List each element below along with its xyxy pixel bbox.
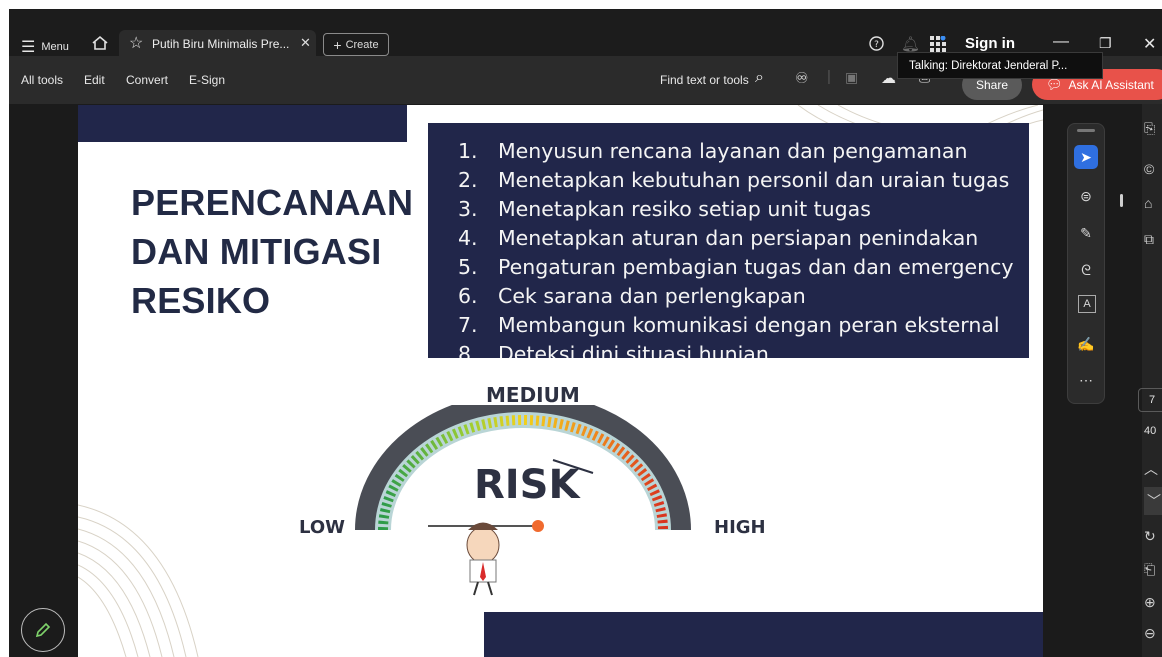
find-text-input[interactable]: Find text or tools xyxy=(660,73,749,87)
annotation-tool-rail: ➤ ⊜ ✎ ᘓ A ✍ ⋯ xyxy=(1067,123,1105,404)
list-text: Menyusun rencana layanan dan pengamanan xyxy=(498,139,968,163)
restore-icon[interactable]: ❐ xyxy=(1099,35,1112,52)
list-item: 4. Menetapkan aturan dan persiapan penind… xyxy=(458,226,978,250)
apps-grid-icon[interactable] xyxy=(930,36,946,52)
esign-button[interactable]: E-Sign xyxy=(189,73,225,87)
comments-panel-icon[interactable]: © xyxy=(1144,161,1154,177)
document-area: PERENCANAAN DAN MITIGASI RESIKO 1. Menyus… xyxy=(9,104,1059,657)
close-window-icon[interactable]: ✕ xyxy=(1143,34,1156,54)
list-text: Membangun komunikasi dengan peran ekster… xyxy=(498,313,1000,337)
draw-pencil-button[interactable] xyxy=(21,608,65,652)
heading-line: RESIKO xyxy=(131,280,271,321)
zoom-out-icon[interactable]: ⊖ xyxy=(1144,625,1156,642)
pencil-icon xyxy=(35,622,51,638)
list-item: 1. Menyusun rencana layanan dan pengamana… xyxy=(458,139,967,163)
rail-handle[interactable] xyxy=(1077,129,1095,132)
gauge-low-label: LOW xyxy=(299,517,345,538)
list-item: 5. Pengaturan pembagian tugas dan dan eme… xyxy=(458,255,1014,279)
page-total: 40 xyxy=(1144,425,1157,437)
tooltip: Talking: Direktorat Jenderal P... xyxy=(897,52,1103,79)
list-item: 3. Menetapkan resiko setiap unit tugas xyxy=(458,197,871,221)
list-number: 1. xyxy=(458,139,478,163)
sign-icon[interactable]: ✍ xyxy=(1074,332,1098,356)
chevron-up-icon[interactable]: ︿ xyxy=(1144,459,1158,479)
summary-icon[interactable]: ⎘ xyxy=(1144,120,1155,137)
list-text: Menetapkan aturan dan persiapan penindak… xyxy=(498,226,979,250)
star-icon[interactable]: ☆ xyxy=(129,33,143,53)
freehand-draw-icon[interactable]: ᘓ xyxy=(1074,258,1098,282)
list-number: 6. xyxy=(458,284,478,308)
list-number: 4. xyxy=(458,226,478,250)
list-text: Pengaturan pembagian tugas dan dan emerg… xyxy=(498,255,1014,279)
convert-button[interactable]: Convert xyxy=(126,73,168,87)
list-item: 2. Menetapkan kebutuhan personil dan urai… xyxy=(458,168,1009,192)
divider: | xyxy=(827,68,831,85)
bell-icon[interactable]: 🔔︎ xyxy=(901,35,920,53)
list-number: 8. xyxy=(458,342,478,358)
gauge-medium-label: MEDIUM xyxy=(486,383,580,407)
gauge-risk-label: RISK xyxy=(474,462,580,508)
app-window: ☰ Menu ☆ Putih Biru Minimalis Pre... ✕ +… xyxy=(9,9,1162,657)
list-text: Menetapkan resiko setiap unit tugas xyxy=(498,197,871,221)
list-number: 5. xyxy=(458,255,478,279)
list-number: 3. xyxy=(458,197,478,221)
list-text: Menetapkan kebutuhan personil dan uraian… xyxy=(498,168,1010,192)
sign-in-button[interactable]: Sign in xyxy=(965,35,1015,52)
list-number: 7. xyxy=(458,313,478,337)
list-text: Deteksi dini situasi hunian xyxy=(498,342,769,358)
scroll-handle[interactable] xyxy=(1120,194,1123,207)
plus-icon: + xyxy=(333,36,342,53)
navy-bar-top xyxy=(78,105,407,142)
highlight-pen-icon[interactable]: ✎ xyxy=(1074,221,1098,245)
heading-line: PERENCANAAN xyxy=(131,182,414,223)
minimize-icon[interactable]: — xyxy=(1053,33,1069,51)
pages-icon[interactable]: ⧉ xyxy=(1144,231,1154,248)
ask-ai-label: Ask AI Assistant xyxy=(1068,77,1154,92)
svg-text:?: ? xyxy=(874,40,879,50)
search-icon[interactable]: ⌕ xyxy=(755,69,764,87)
home-icon[interactable] xyxy=(91,35,109,51)
chevron-down-icon[interactable]: ﹀ xyxy=(1144,487,1162,515)
create-button[interactable]: + Create xyxy=(323,33,389,56)
list-text: Cek sarana dan perlengkapan xyxy=(498,284,806,308)
navy-bar-bottom xyxy=(484,612,1043,657)
list-item: 7. Membangun komunikasi dengan peran ekst… xyxy=(458,313,1000,337)
menu-button[interactable]: ☰ Menu xyxy=(21,37,69,57)
slide-heading: PERENCANAAN DAN MITIGASI RESIKO xyxy=(131,178,413,325)
text-box-icon[interactable]: A xyxy=(1078,295,1096,313)
menu-label: Menu xyxy=(41,41,69,53)
help-icon[interactable]: ? xyxy=(869,36,884,51)
slide: PERENCANAAN DAN MITIGASI RESIKO 1. Menyus… xyxy=(78,105,1043,657)
ai-tools-icon[interactable]: ♾ xyxy=(795,69,808,87)
fit-page-icon[interactable]: ⎗ xyxy=(1144,561,1155,578)
gauge-high-label: HIGH xyxy=(714,517,766,538)
edit-button[interactable]: Edit xyxy=(84,73,105,87)
select-cursor-icon[interactable]: ➤ xyxy=(1074,145,1098,169)
zoom-in-icon[interactable]: ⊕ xyxy=(1144,594,1156,611)
comment-icon[interactable]: ⊜ xyxy=(1074,184,1098,208)
tab-title: Putih Biru Minimalis Pre... xyxy=(152,37,290,51)
list-item: 8. Deteksi dini situasi hunian xyxy=(458,342,769,358)
more-tools-icon[interactable]: ⋯ xyxy=(1074,368,1098,392)
save-icon[interactable]: ▣ xyxy=(845,69,858,86)
create-label: Create xyxy=(345,38,379,51)
task-list-box: 1. Menyusun rencana layanan dan pengamana… xyxy=(428,123,1029,358)
page-number-input[interactable]: 7 xyxy=(1138,388,1162,412)
all-tools-button[interactable]: All tools xyxy=(21,73,63,87)
document-tab[interactable]: ☆ Putih Biru Minimalis Pre... ✕ xyxy=(119,30,316,58)
list-item: 6. Cek sarana dan perlengkapan xyxy=(458,284,806,308)
hamburger-icon: ☰ xyxy=(21,39,36,56)
bookmark-icon[interactable]: ⌂ xyxy=(1144,195,1152,211)
cloud-upload-icon[interactable]: ☁ xyxy=(881,69,896,87)
decorative-lines-bottom xyxy=(78,504,199,657)
close-tab-icon[interactable]: ✕ xyxy=(300,35,311,51)
refresh-icon[interactable]: ↻ xyxy=(1144,528,1156,545)
list-number: 2. xyxy=(458,168,478,192)
title-bar: ☰ Menu ☆ Putih Biru Minimalis Pre... ✕ +… xyxy=(9,9,1162,58)
heading-line: DAN MITIGASI xyxy=(131,231,382,272)
